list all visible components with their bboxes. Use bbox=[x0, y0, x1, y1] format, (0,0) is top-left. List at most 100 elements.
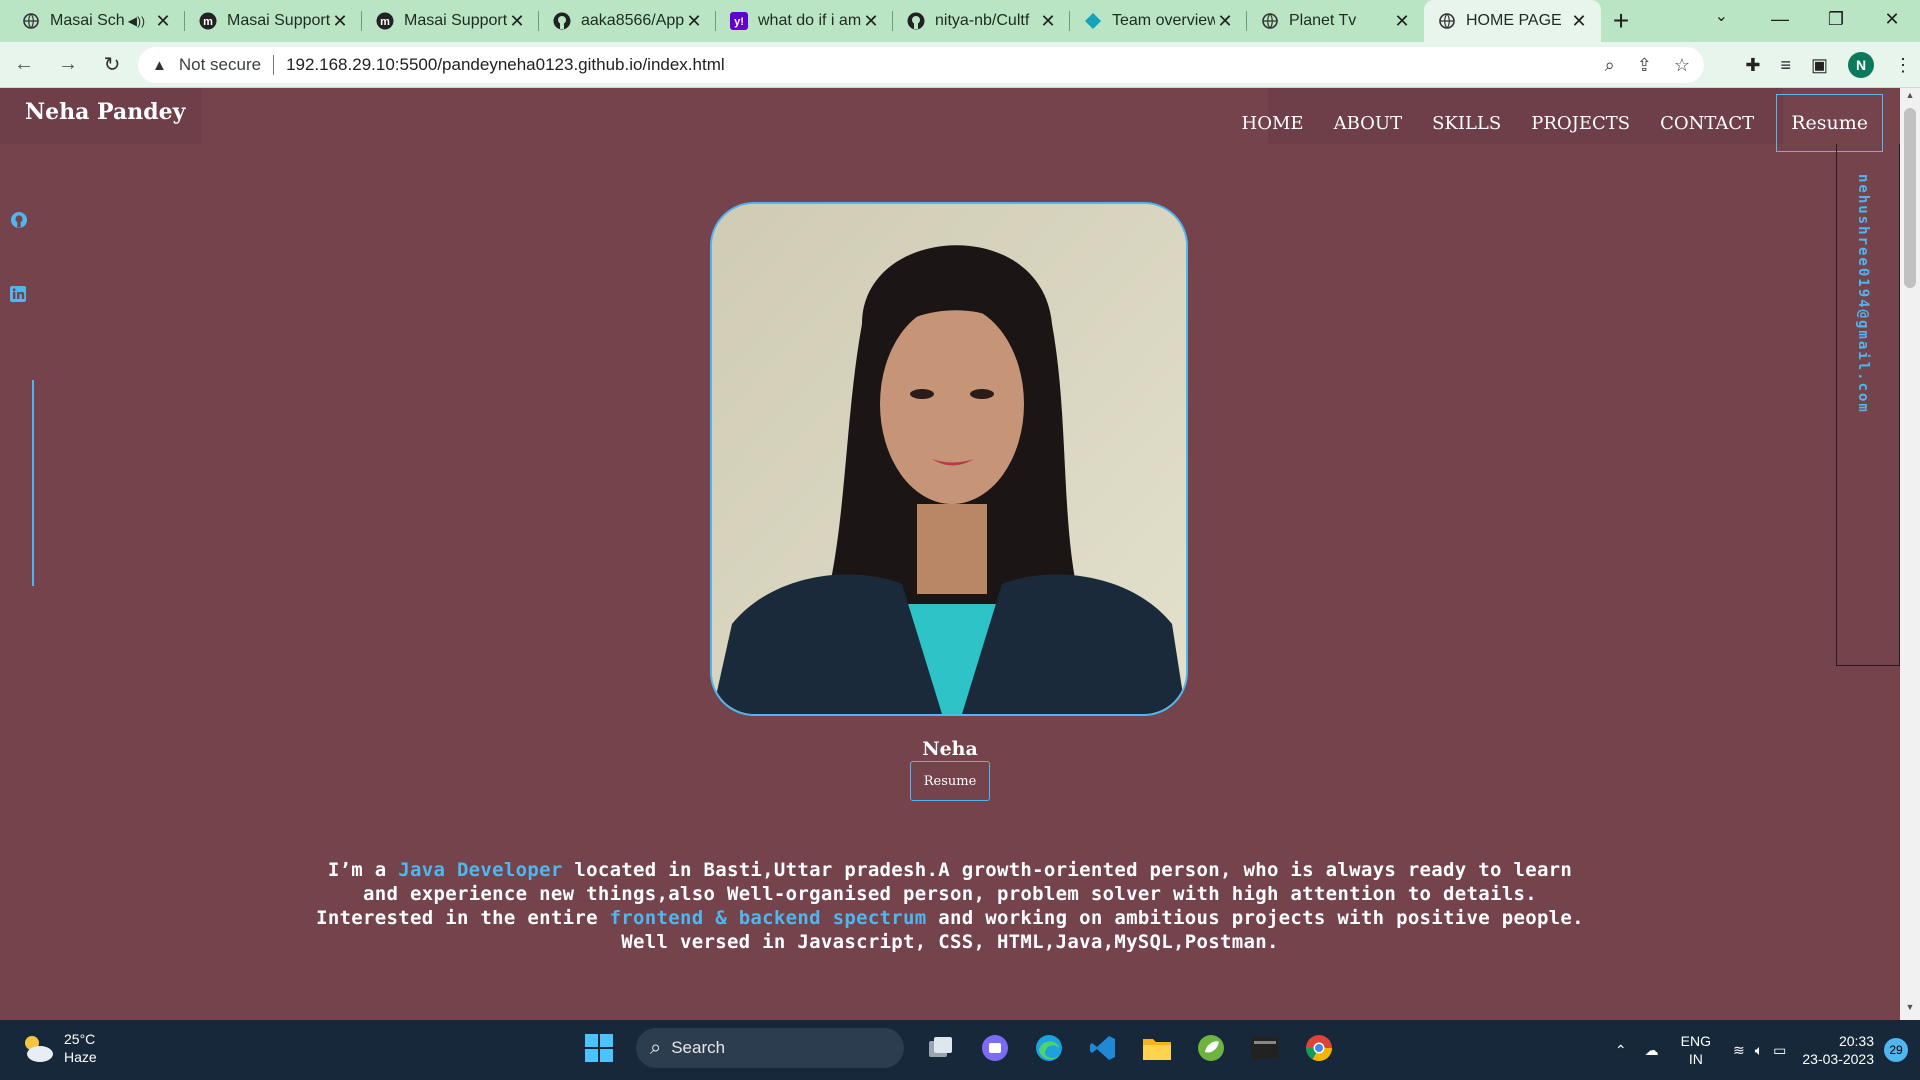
masai-icon: m bbox=[376, 12, 394, 30]
tab-title: HOME PAGE bbox=[1466, 12, 1562, 29]
chevron-up-icon[interactable]: ⌃ bbox=[1615, 1042, 1627, 1059]
taskbar: 25°C Haze ⌕ Search ⌃ ☁ ENG IN ≋ 🔈︎ ▭ 20:… bbox=[0, 1020, 1920, 1080]
scroll-down-icon[interactable]: ▼ bbox=[1900, 1002, 1920, 1018]
nav-about[interactable]: ABOUT bbox=[1334, 113, 1403, 134]
url-text[interactable]: 192.168.29.10:5500/pandeyneha0123.github… bbox=[286, 55, 725, 75]
forward-icon[interactable]: → bbox=[48, 45, 88, 85]
email-link[interactable]: nehushree0194@gmail.com bbox=[1855, 174, 1871, 414]
browser-tab[interactable]: Planet Tv ✕ bbox=[1247, 0, 1424, 42]
onedrive-icon[interactable]: ☁ bbox=[1645, 1042, 1659, 1059]
resume-button[interactable]: Resume bbox=[910, 761, 990, 801]
weather-icon bbox=[20, 1033, 54, 1063]
volume-icon[interactable]: 🔈︎ bbox=[1755, 1042, 1763, 1059]
teams-chat-icon[interactable] bbox=[978, 1031, 1012, 1065]
scroll-thumb[interactable] bbox=[1904, 108, 1916, 288]
zoom-icon[interactable]: ⌕ bbox=[1605, 55, 1615, 76]
system-tray: ⌃ ☁ ENG IN ≋ 🔈︎ ▭ 20:33 23-03-2023 29 bbox=[1615, 1020, 1920, 1080]
window-controls: — ❐ ✕ bbox=[1752, 0, 1920, 38]
close-icon[interactable]: ✕ bbox=[684, 11, 704, 32]
nav-projects[interactable]: PROJECTS bbox=[1531, 113, 1630, 134]
close-icon[interactable]: ✕ bbox=[1215, 11, 1235, 32]
new-tab-button[interactable]: + bbox=[1601, 0, 1641, 42]
scroll-up-icon[interactable]: ▲ bbox=[1900, 90, 1920, 106]
nav-home[interactable]: HOME bbox=[1242, 113, 1304, 134]
browser-tab[interactable]: m Masai Support ✕ bbox=[185, 0, 362, 42]
browser-toolbar: ← → ↻ ▲ Not secure 192.168.29.10:5500/pa… bbox=[0, 42, 1920, 88]
close-icon[interactable]: ✕ bbox=[1569, 11, 1589, 32]
github-icon bbox=[553, 12, 571, 30]
email-sidebar: nehushree0194@gmail.com bbox=[1836, 144, 1900, 666]
browser-tab-active[interactable]: HOME PAGE ✕ bbox=[1424, 0, 1601, 42]
page-scrollbar[interactable]: ▲ ▼ bbox=[1900, 88, 1920, 1020]
linkedin-icon[interactable] bbox=[10, 286, 28, 304]
about-text: I’m a Java Developer located in Basti,Ut… bbox=[306, 858, 1594, 954]
task-view-icon[interactable] bbox=[924, 1031, 958, 1065]
share-icon[interactable]: ⇪ bbox=[1637, 55, 1652, 76]
divider bbox=[273, 55, 275, 75]
region-code: IN bbox=[1688, 1051, 1703, 1067]
restore-icon[interactable]: ❐ bbox=[1808, 0, 1864, 38]
yahoo-icon: y! bbox=[730, 12, 748, 30]
tab-search-icon[interactable]: ⌄ bbox=[1715, 6, 1728, 26]
back-icon[interactable]: ← bbox=[4, 45, 44, 85]
profile-photo bbox=[710, 202, 1188, 716]
bookmark-star-icon[interactable]: ☆ bbox=[1674, 55, 1690, 76]
language-indicator[interactable]: ENG IN bbox=[1681, 1032, 1711, 1068]
spring-tool-icon[interactable] bbox=[1194, 1031, 1228, 1065]
tab-title: aaka8566/App bbox=[581, 12, 684, 29]
site-brand[interactable]: Neha Pandey bbox=[0, 88, 202, 144]
nav-skills[interactable]: SKILLS bbox=[1432, 113, 1501, 134]
vscode-icon[interactable] bbox=[1086, 1031, 1120, 1065]
close-icon[interactable]: ✕ bbox=[861, 11, 881, 32]
security-label[interactable]: Not secure bbox=[179, 55, 261, 75]
nav-contact[interactable]: CONTACT bbox=[1660, 113, 1754, 134]
reload-icon[interactable]: ↻ bbox=[92, 45, 132, 85]
chrome-icon[interactable] bbox=[1302, 1031, 1336, 1065]
media-control-icon[interactable]: ≡ bbox=[1780, 55, 1791, 76]
windows-start-icon[interactable] bbox=[582, 1031, 616, 1065]
edge-icon[interactable] bbox=[1032, 1031, 1066, 1065]
browser-tab[interactable]: Masai Sch ◀)) ✕ bbox=[8, 0, 185, 42]
close-icon[interactable]: ✕ bbox=[1392, 11, 1412, 32]
tab-title: Masai Sch bbox=[50, 12, 125, 29]
mysql-workbench-icon[interactable] bbox=[1248, 1031, 1282, 1065]
minimize-icon[interactable]: — bbox=[1752, 0, 1808, 38]
address-bar[interactable]: ▲ Not secure 192.168.29.10:5500/pandeyne… bbox=[138, 47, 1704, 83]
taskbar-apps: ⌕ Search bbox=[582, 1028, 1336, 1068]
wifi-icon[interactable]: ≋ bbox=[1733, 1042, 1745, 1059]
warning-icon[interactable]: ▲ bbox=[152, 57, 167, 74]
browser-tab[interactable]: m Masai Support ✕ bbox=[362, 0, 539, 42]
taskbar-search[interactable]: ⌕ Search bbox=[636, 1028, 904, 1068]
side-panel-icon[interactable]: ▣ bbox=[1811, 55, 1828, 76]
web-page: Neha Pandey HOME ABOUT SKILLS PROJECTS C… bbox=[0, 88, 1900, 1020]
weather-widget[interactable]: 25°C Haze bbox=[20, 1030, 97, 1066]
github-icon bbox=[907, 12, 925, 30]
file-explorer-icon[interactable] bbox=[1140, 1031, 1174, 1065]
svg-text:m: m bbox=[380, 16, 390, 28]
github-icon[interactable] bbox=[10, 211, 28, 229]
date: 23-03-2023 bbox=[1802, 1051, 1874, 1067]
extensions-icon[interactable]: ✚ bbox=[1745, 55, 1760, 76]
speaker-icon[interactable]: ◀)) bbox=[128, 14, 145, 28]
menu-icon[interactable]: ⋮ bbox=[1894, 55, 1912, 76]
tab-title: Team overview bbox=[1112, 12, 1215, 29]
close-window-icon[interactable]: ✕ bbox=[1864, 0, 1920, 38]
highlight-spectrum: frontend & backend spectrum bbox=[609, 907, 927, 929]
masai-icon: m bbox=[199, 12, 217, 30]
browser-tab[interactable]: Team overview ✕ bbox=[1070, 0, 1247, 42]
close-icon[interactable]: ✕ bbox=[330, 11, 350, 32]
svg-text:m: m bbox=[203, 16, 213, 28]
close-icon[interactable]: ✕ bbox=[1038, 11, 1058, 32]
browser-tab[interactable]: y! what do if i am ✕ bbox=[716, 0, 893, 42]
close-icon[interactable]: ✕ bbox=[153, 11, 173, 32]
profile-avatar[interactable]: N bbox=[1848, 52, 1874, 78]
browser-tab[interactable]: nitya-nb/Cultf ✕ bbox=[893, 0, 1070, 42]
browser-tab[interactable]: aaka8566/App ✕ bbox=[539, 0, 716, 42]
close-icon[interactable]: ✕ bbox=[507, 11, 527, 32]
notification-badge[interactable]: 29 bbox=[1884, 1038, 1908, 1062]
battery-icon[interactable]: ▭ bbox=[1773, 1042, 1786, 1059]
globe-icon bbox=[22, 12, 40, 30]
clock[interactable]: 20:33 23-03-2023 bbox=[1802, 1032, 1874, 1068]
globe-icon bbox=[1438, 12, 1456, 30]
globe-icon bbox=[1261, 12, 1279, 30]
